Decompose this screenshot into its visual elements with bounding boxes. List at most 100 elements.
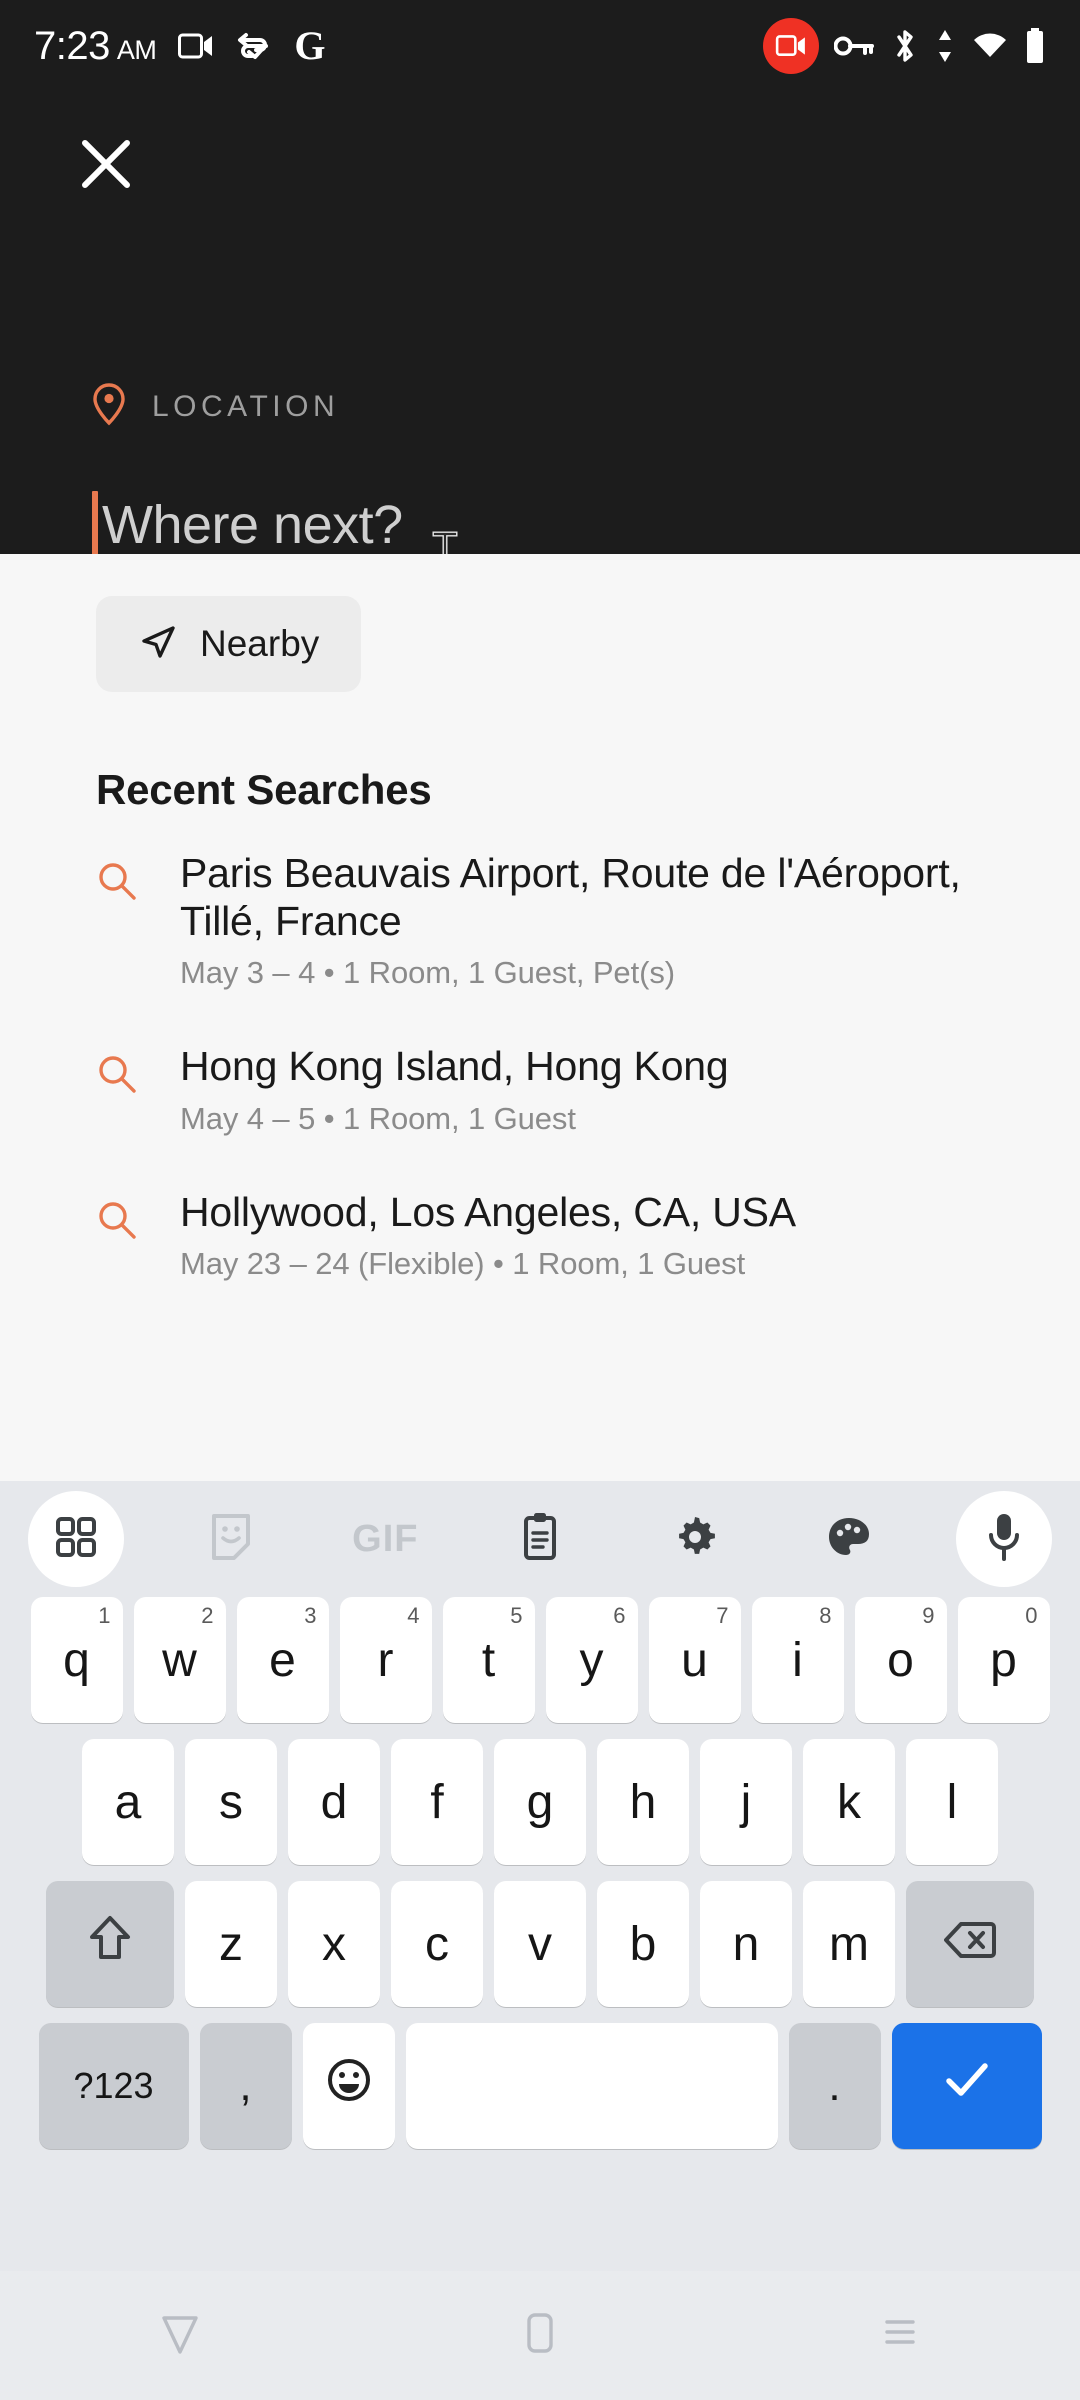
recent-search-subtitle: May 3 – 4 • 1 Room, 1 Guest, Pet(s) bbox=[180, 955, 675, 991]
close-icon bbox=[79, 137, 133, 196]
voice-input-button[interactable] bbox=[955, 1491, 1052, 1587]
recent-search-title: Hollywood, Los Angeles, CA, USA bbox=[180, 1188, 796, 1235]
recent-search-subtitle: May 4 – 5 • 1 Room, 1 Guest bbox=[180, 1100, 576, 1136]
clipboard-button[interactable] bbox=[492, 1491, 588, 1587]
key-b[interactable]: b bbox=[597, 1881, 689, 2007]
shift-icon bbox=[87, 1913, 133, 1975]
apps-grid-button[interactable] bbox=[28, 1491, 124, 1587]
key-label: h bbox=[629, 1775, 657, 1829]
numeric-switch-key[interactable]: ?123 bbox=[38, 2023, 189, 2149]
recent-searches-list: Paris Beauvais Airport, Route de l'Aérop… bbox=[0, 850, 1080, 1334]
search-suggestions-panel: Nearby Recent Searches Paris Beauvais Ai… bbox=[0, 554, 1080, 1481]
key-p[interactable]: 0p bbox=[957, 1597, 1050, 1723]
key-label: s bbox=[219, 1775, 243, 1829]
key-x[interactable]: x bbox=[288, 1881, 380, 2007]
status-bar-right bbox=[763, 18, 1046, 74]
keyboard-toolbar: GIF bbox=[0, 1481, 1080, 1597]
key-h[interactable]: h bbox=[597, 1739, 689, 1865]
location-label-row: LOCATION bbox=[92, 382, 339, 431]
key-label: c bbox=[425, 1917, 449, 1971]
key-j[interactable]: j bbox=[700, 1739, 792, 1865]
home-pill-icon bbox=[522, 2308, 558, 2363]
key-v[interactable]: v bbox=[494, 1881, 586, 2007]
key-o[interactable]: 9o bbox=[854, 1597, 947, 1723]
key-d[interactable]: d bbox=[288, 1739, 380, 1865]
back-triangle-icon bbox=[157, 2308, 203, 2363]
apps-grid-icon bbox=[53, 1514, 99, 1565]
screen-record-icon bbox=[178, 31, 214, 61]
key-m[interactable]: m bbox=[803, 1881, 895, 2007]
back-button[interactable] bbox=[120, 2286, 240, 2386]
key-y[interactable]: 6y bbox=[545, 1597, 638, 1723]
vpn-key-icon bbox=[834, 33, 876, 59]
key-c[interactable]: c bbox=[391, 1881, 483, 2007]
nearby-chip-label: Nearby bbox=[200, 623, 320, 664]
gif-button[interactable]: GIF bbox=[337, 1491, 433, 1587]
search-icon bbox=[96, 850, 172, 907]
key-label: j bbox=[740, 1775, 752, 1829]
settings-button[interactable] bbox=[647, 1491, 743, 1587]
shift-key[interactable] bbox=[46, 1881, 174, 2007]
key-a[interactable]: a bbox=[82, 1739, 174, 1865]
sticker-icon bbox=[207, 1511, 255, 1568]
recents-button[interactable] bbox=[840, 2286, 960, 2386]
key-sup: 1 bbox=[98, 1603, 111, 1628]
key-l[interactable]: l bbox=[906, 1739, 998, 1865]
sticker-button[interactable] bbox=[183, 1491, 279, 1587]
space-key[interactable] bbox=[405, 2023, 778, 2149]
bluetooth-icon bbox=[891, 28, 919, 64]
location-label: LOCATION bbox=[152, 389, 340, 423]
nearby-chip-button[interactable]: Nearby bbox=[96, 596, 362, 692]
gif-icon: GIF bbox=[352, 1517, 419, 1560]
key-sup: 2 bbox=[201, 1603, 214, 1628]
battery-icon bbox=[1024, 27, 1046, 65]
keyboard-row-4: ?123 , . bbox=[6, 2023, 1074, 2149]
period-key[interactable]: . bbox=[788, 2023, 881, 2149]
key-u[interactable]: 7u bbox=[648, 1597, 741, 1723]
key-g[interactable]: g bbox=[494, 1739, 586, 1865]
key-n[interactable]: n bbox=[700, 1881, 792, 2007]
key-s[interactable]: s bbox=[185, 1739, 277, 1865]
keyboard-row-3: z x c v b n m bbox=[6, 1881, 1074, 2007]
recent-search-subtitle: May 23 – 24 (Flexible) • 1 Room, 1 Guest bbox=[180, 1246, 746, 1282]
enter-key[interactable] bbox=[891, 2023, 1042, 2149]
data-transfer-icon bbox=[934, 28, 956, 64]
status-time-ampm: AM bbox=[116, 34, 157, 65]
recent-search-title: Hong Kong Island, Hong Kong bbox=[180, 1043, 729, 1090]
home-button[interactable] bbox=[480, 2286, 600, 2386]
emoji-key[interactable] bbox=[302, 2023, 395, 2149]
close-button[interactable] bbox=[70, 130, 142, 202]
microphone-icon bbox=[984, 1511, 1024, 1568]
key-w[interactable]: 2w bbox=[133, 1597, 226, 1723]
key-label: i bbox=[792, 1633, 803, 1687]
key-label: p bbox=[990, 1633, 1017, 1687]
recent-search-item[interactable]: Hollywood, Los Angeles, CA, USA May 23 –… bbox=[0, 1189, 1080, 1283]
backspace-key[interactable] bbox=[906, 1881, 1034, 2007]
key-i[interactable]: 8i bbox=[751, 1597, 844, 1723]
key-sup: 6 bbox=[613, 1603, 626, 1628]
comma-key[interactable]: , bbox=[199, 2023, 292, 2149]
theme-palette-button[interactable] bbox=[801, 1491, 897, 1587]
search-placeholder: Where next? bbox=[102, 495, 403, 555]
key-t[interactable]: 5t bbox=[442, 1597, 535, 1723]
key-label: z bbox=[219, 1917, 243, 1971]
key-e[interactable]: 3e bbox=[236, 1597, 329, 1723]
recent-search-item[interactable]: Hong Kong Island, Hong Kong May 4 – 5 • … bbox=[0, 1043, 1080, 1137]
key-z[interactable]: z bbox=[185, 1881, 277, 2007]
key-label: , bbox=[239, 2061, 252, 2110]
recent-search-text: Hollywood, Los Angeles, CA, USA May 23 –… bbox=[172, 1189, 984, 1283]
key-label: y bbox=[579, 1633, 604, 1687]
key-r[interactable]: 4r bbox=[339, 1597, 432, 1723]
key-k[interactable]: k bbox=[803, 1739, 895, 1865]
clipboard-icon bbox=[518, 1511, 562, 1568]
key-f[interactable]: f bbox=[391, 1739, 483, 1865]
key-q[interactable]: 1q bbox=[30, 1597, 123, 1723]
key-label: n bbox=[732, 1917, 760, 1971]
key-label: . bbox=[828, 2061, 841, 2110]
key-label: b bbox=[629, 1917, 657, 1971]
recent-search-item[interactable]: Paris Beauvais Airport, Route de l'Aérop… bbox=[0, 850, 1080, 991]
key-label: o bbox=[887, 1633, 914, 1687]
key-label: l bbox=[946, 1775, 958, 1829]
recent-search-title: Paris Beauvais Airport, Route de l'Aérop… bbox=[180, 850, 961, 944]
status-time: 7:23 AM bbox=[34, 24, 157, 69]
